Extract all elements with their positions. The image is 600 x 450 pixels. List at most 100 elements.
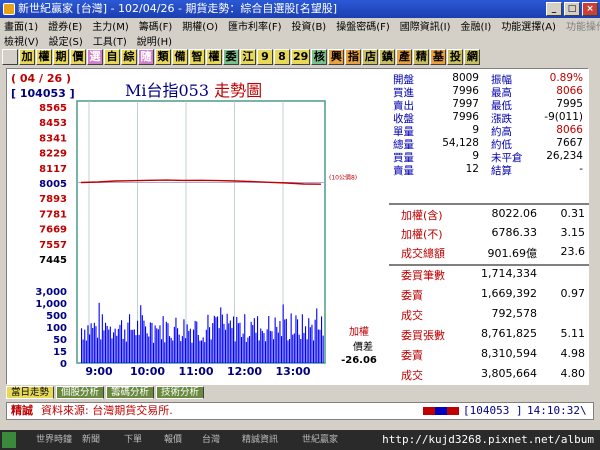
toolbar-button[interactable]: 基 bbox=[430, 49, 447, 65]
close-button[interactable]: × bbox=[582, 2, 598, 16]
toolbar-button[interactable]: 精 bbox=[413, 49, 430, 65]
menu-item[interactable]: 功能選擇(A) bbox=[501, 18, 556, 33]
menu-item[interactable]: 國際資訊(I) bbox=[400, 18, 451, 33]
status-source: 資料來源: 台灣期貨交易所. bbox=[41, 404, 173, 417]
toolbar-button[interactable]: 權 bbox=[206, 49, 222, 65]
toolbar-button[interactable]: 類 bbox=[155, 49, 171, 65]
taskbar-item[interactable]: 世界時鐘 bbox=[20, 433, 72, 447]
order-value: 8,310,594 bbox=[481, 347, 537, 360]
volume-bar bbox=[207, 314, 209, 363]
toolbar-button[interactable]: 價 bbox=[70, 49, 86, 65]
volume-bar bbox=[109, 326, 111, 363]
toolbar-button[interactable]: 江 bbox=[240, 49, 256, 65]
toolbar: 加權期價選自綜隨類備智權委江 9 8 29 核興指店鎮產精基投網 bbox=[0, 48, 600, 66]
volume-bar bbox=[293, 333, 295, 363]
title-bar[interactable]: 新世紀贏家 [台灣] - 102/04/26 - 期貨走勢：綜合自選股[名望股]… bbox=[0, 0, 600, 18]
toolbar-button[interactable]: 產 bbox=[396, 49, 413, 65]
toolbar-button[interactable]: 加 bbox=[19, 49, 35, 65]
menu-item[interactable]: 投資(B) bbox=[292, 18, 327, 33]
volume-bar bbox=[268, 316, 270, 363]
quote-value: 8066 bbox=[556, 85, 583, 97]
volume-tick-label: 3,000 bbox=[35, 287, 67, 298]
volume-bar bbox=[281, 336, 283, 363]
toolbar-button[interactable]: 9 bbox=[257, 49, 273, 65]
status-bar: 精誠 資料來源: 台灣期貨交易所. [104053 ] 14:10:32\ bbox=[6, 402, 594, 420]
taskbar-item[interactable]: 精誠資訊 bbox=[226, 433, 278, 447]
index-value: 8022.06 bbox=[491, 207, 538, 220]
toolbar-button[interactable]: 興 bbox=[328, 49, 345, 65]
tab-1[interactable]: 個股分析 bbox=[56, 386, 105, 399]
menu-item[interactable]: 證券(E) bbox=[48, 18, 82, 33]
taskbar-item[interactable]: 世紀贏家 bbox=[286, 433, 338, 447]
taskbar-item[interactable]: 下單 bbox=[108, 433, 142, 447]
volume-bar bbox=[181, 336, 183, 363]
toolbar-button[interactable]: 備 bbox=[172, 49, 188, 65]
menu-item[interactable]: 畫面(1) bbox=[4, 18, 38, 33]
toolbar-button[interactable]: 自 bbox=[104, 49, 120, 65]
menu-item[interactable]: 操盤密碼(F) bbox=[336, 18, 390, 33]
volume-bar bbox=[314, 319, 316, 363]
volume-bar bbox=[244, 314, 246, 363]
time-tick-label: 13:00 bbox=[275, 365, 310, 378]
toolbar-button[interactable]: 選 bbox=[87, 49, 103, 65]
volume-bar bbox=[148, 336, 150, 363]
toolbar-button[interactable]: 委 bbox=[223, 49, 239, 65]
toolbar-button[interactable]: 隨 bbox=[138, 49, 154, 65]
toolbar-button[interactable]: 權 bbox=[36, 49, 52, 65]
volume-bar bbox=[234, 341, 236, 363]
menu-item[interactable]: 檢視(V) bbox=[4, 33, 39, 48]
tab-0[interactable]: 當日走勢 bbox=[6, 386, 55, 399]
volume-bar bbox=[223, 323, 225, 363]
toolbar-button[interactable]: 店 bbox=[362, 49, 379, 65]
volume-bar bbox=[149, 322, 151, 363]
toolbar-button[interactable] bbox=[2, 49, 18, 65]
menu-item[interactable]: 工具(T) bbox=[93, 33, 127, 48]
quote-value: -9(011) bbox=[544, 111, 583, 123]
order-value: 8,761,825 bbox=[481, 327, 537, 340]
volume-bar bbox=[172, 340, 174, 363]
menu-item[interactable]: 功能操作(F) bbox=[566, 18, 600, 33]
order-row: 成交 792,578 bbox=[389, 307, 589, 327]
toolbar-button[interactable]: 29 bbox=[291, 49, 311, 65]
volume-bar bbox=[322, 335, 324, 363]
taskbar-item[interactable]: 台灣 bbox=[186, 433, 220, 447]
toolbar-button[interactable]: 指 bbox=[345, 49, 362, 65]
toolbar-button[interactable]: 核 bbox=[311, 49, 328, 65]
volume-tick-label: 100 bbox=[46, 323, 67, 334]
tab-3[interactable]: 技術分析 bbox=[156, 386, 205, 399]
toolbar-button[interactable]: 智 bbox=[189, 49, 205, 65]
toolbar-button[interactable]: 網 bbox=[464, 49, 481, 65]
trend-chart[interactable]: 8565 8453 8341 8229 8117 8005 7893 7781 7669 7557… bbox=[7, 69, 389, 385]
minimize-button[interactable]: _ bbox=[546, 2, 562, 16]
menu-item[interactable]: 期權(O) bbox=[182, 18, 218, 33]
chart-code: [ 104053 ] bbox=[11, 87, 75, 100]
index-label: 加權(不) bbox=[401, 228, 443, 241]
volume-bar bbox=[242, 333, 244, 363]
volume-tick-label: 0 bbox=[60, 359, 67, 370]
volume-bar bbox=[95, 326, 97, 363]
time-tick-label: 10:00 bbox=[130, 365, 165, 378]
maximize-button[interactable]: □ bbox=[564, 2, 580, 16]
menu-item[interactable]: 金融(I) bbox=[461, 18, 492, 33]
volume-bar bbox=[145, 326, 147, 363]
quote-value: 7995 bbox=[556, 98, 583, 110]
taskbar-item[interactable]: 新聞 bbox=[66, 433, 100, 447]
menu-item[interactable]: 設定(S) bbox=[49, 33, 83, 48]
menu-item[interactable]: 匯市利率(F) bbox=[228, 18, 282, 33]
toolbar-button[interactable]: 投 bbox=[447, 49, 464, 65]
menu-item[interactable]: 主力(M) bbox=[92, 18, 128, 33]
toolbar-button[interactable]: 8 bbox=[274, 49, 290, 65]
quote-row: 賣出 7997 最低 7995 bbox=[389, 98, 589, 112]
start-button[interactable] bbox=[2, 432, 16, 448]
toolbar-button[interactable]: 鎮 bbox=[379, 49, 396, 65]
taskbar-item[interactable]: 報價 bbox=[148, 433, 182, 447]
quote-value: 0.89% bbox=[549, 72, 583, 84]
tab-2[interactable]: 籌碼分析 bbox=[106, 386, 155, 399]
toolbar-button[interactable]: 期 bbox=[53, 49, 69, 65]
menu-item[interactable]: 說明(H) bbox=[137, 33, 172, 48]
price-tick-label: 7781 bbox=[39, 209, 67, 220]
volume-bar bbox=[313, 340, 315, 363]
order-label: 成交 bbox=[401, 309, 423, 322]
menu-item[interactable]: 籌碼(F) bbox=[139, 18, 173, 33]
toolbar-button[interactable]: 綜 bbox=[121, 49, 137, 65]
